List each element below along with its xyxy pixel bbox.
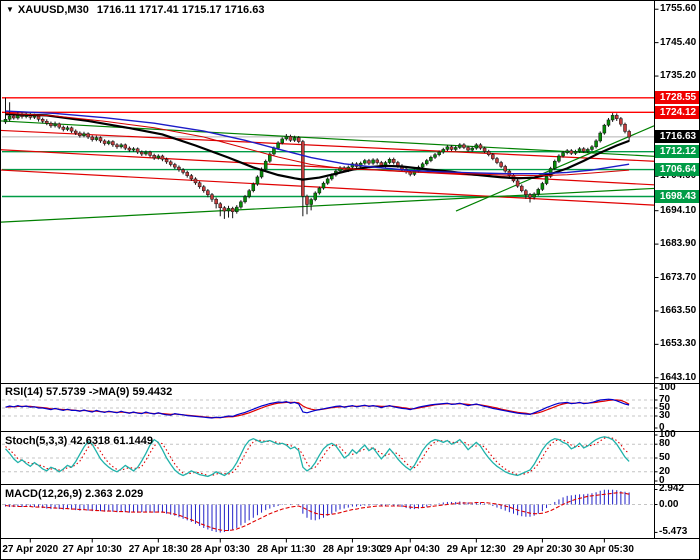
stoch-indicator-label: Stoch(5,3,3) 42.6318 61.1449 <box>5 435 153 447</box>
chart-canvas[interactable] <box>1 1 700 560</box>
y-axis-label: 1653.30 <box>660 338 697 350</box>
rsi-scale-label: 30 <box>659 410 671 421</box>
y-axis-label: 1683.90 <box>660 238 697 250</box>
macd-scale-label: 2.942 <box>659 483 685 495</box>
y-axis-label: 1694.10 <box>660 204 697 216</box>
x-axis-label: 28 Apr 11:30 <box>257 544 316 555</box>
x-axis-label: 28 Apr 03:30 <box>190 544 250 555</box>
stoch-scale-label: 50 <box>659 452 671 463</box>
x-axis-label: 27 Apr 10:30 <box>62 544 122 555</box>
trading-chart-window: ▼ XAUUSD,M30 1716.11 1717.41 1715.17 1716.… <box>0 0 700 560</box>
x-axis-label: 30 Apr 05:30 <box>574 544 634 555</box>
macd-scale-label: 0.00 <box>659 498 679 510</box>
macd-indicator-label: MACD(12,26,9) 2.363 2.029 <box>5 488 144 500</box>
y-axis-label: 1735.20 <box>660 70 697 82</box>
y-axis-label: 1673.70 <box>660 271 697 283</box>
x-axis-label: 27 Apr 18:30 <box>128 544 188 555</box>
price-tag-support: 1706.64 <box>655 163 699 177</box>
chart-title: ▼ XAUUSD,M30 1716.11 1717.41 1715.17 1716.… <box>6 4 264 16</box>
price-tag-support: 1698.43 <box>655 190 699 203</box>
price-tag-resistance: 1724.12 <box>655 105 699 119</box>
price-tag-support: 1712.12 <box>655 145 699 159</box>
rsi-scale-label: 100 <box>659 382 676 393</box>
y-axis-label: 1663.50 <box>660 304 697 316</box>
y-axis-label: 1755.60 <box>660 3 697 15</box>
symbol-marker-icon: ▼ <box>6 5 14 14</box>
price-tag-resistance: 1728.55 <box>655 91 699 105</box>
price-tag-current: 1716.63 <box>655 130 699 144</box>
stoch-scale-label: 80 <box>659 438 671 450</box>
symbol-timeframe: XAUUSD,M30 <box>17 4 89 16</box>
x-axis-label: 29 Apr 20:30 <box>512 544 572 555</box>
x-axis-label: 29 Apr 04:30 <box>380 544 440 555</box>
rsi-indicator-label: RSI(14) 57.5739 ->MA(9) 59.4432 <box>5 386 173 398</box>
x-axis-label: 27 Apr 2020 <box>2 544 59 555</box>
macd-scale-label: -5.473 <box>659 526 688 538</box>
y-axis-label: 1745.40 <box>660 36 697 48</box>
x-axis-label: 28 Apr 19:30 <box>322 544 382 555</box>
x-axis-label: 29 Apr 12:30 <box>446 544 506 555</box>
ohlc-quote: 1716.11 1717.41 1715.17 1716.63 <box>96 4 265 16</box>
